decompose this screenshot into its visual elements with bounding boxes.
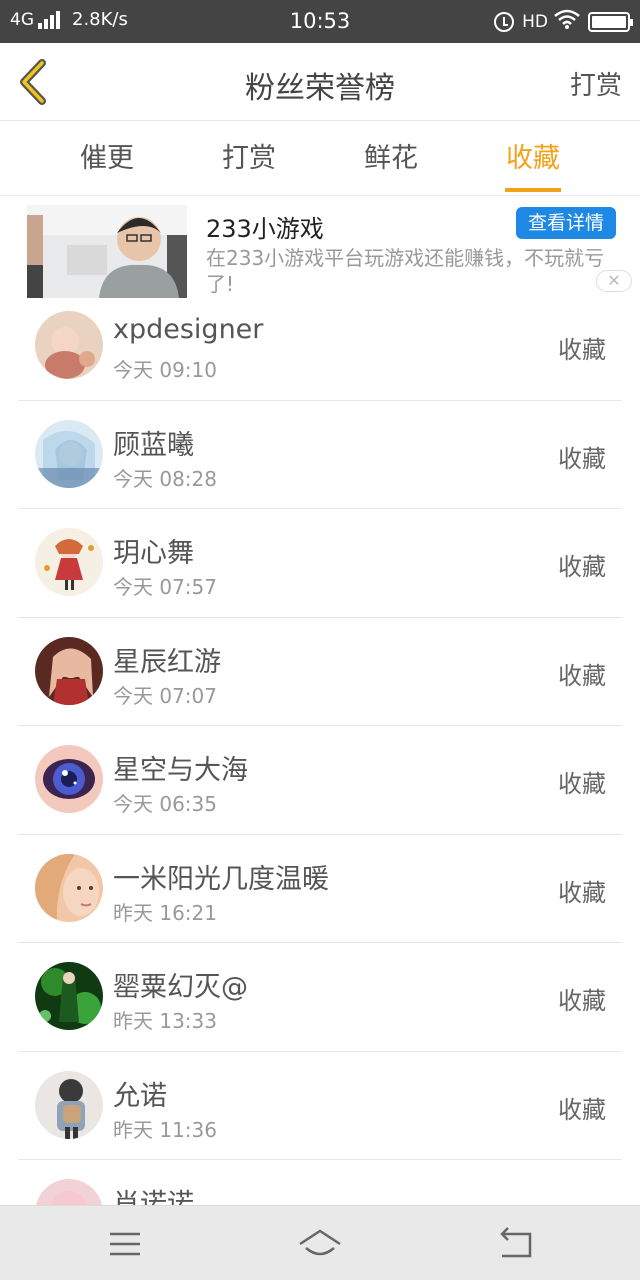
tab-urge[interactable]: 催更 bbox=[47, 122, 167, 196]
hd-indicator: HD bbox=[522, 11, 548, 32]
user-name: 顾蓝曦 bbox=[113, 429, 194, 461]
list-item[interactable]: 罂粟幻灭@ 昨天 13:33 收藏 bbox=[18, 943, 622, 1052]
tab-label: 打赏 bbox=[222, 143, 276, 174]
status-right: HD bbox=[494, 9, 633, 34]
ad-image bbox=[27, 205, 187, 298]
action-label: 收藏 bbox=[558, 1095, 606, 1124]
ad-details-button[interactable]: 查看详情 bbox=[516, 207, 616, 239]
action-label: 收藏 bbox=[558, 553, 606, 581]
home-icon bbox=[299, 1229, 341, 1256]
tab-label: 鲜花 bbox=[364, 143, 418, 174]
avatar bbox=[35, 745, 103, 813]
tab-label: 收藏 bbox=[506, 143, 560, 174]
menu-button[interactable] bbox=[100, 1224, 150, 1264]
tab-bar: 催更 打赏 鲜花 收藏 bbox=[0, 122, 640, 196]
timestamp: 今天 07:57 bbox=[113, 575, 217, 599]
list-item[interactable]: 星空与大海 今天 06:35 收藏 bbox=[18, 726, 622, 835]
menu-icon bbox=[110, 1232, 140, 1256]
avatar bbox=[35, 528, 103, 596]
avatar bbox=[35, 636, 103, 705]
tab-favorites[interactable]: 收藏 bbox=[473, 122, 593, 196]
timestamp: 今天 09:10 bbox=[113, 358, 217, 382]
timestamp: 昨天 11:36 bbox=[113, 1117, 217, 1142]
ad-close-icon[interactable]: ✕ bbox=[596, 270, 632, 292]
list-item[interactable]: 一米阳光几度温暖 昨天 16:21 收藏 bbox=[18, 835, 622, 943]
timestamp: 今天 07:07 bbox=[113, 683, 217, 708]
timestamp: 今天 08:28 bbox=[113, 466, 217, 491]
page-title: 粉丝荣誉榜 bbox=[245, 71, 395, 106]
alarm-icon bbox=[494, 11, 515, 32]
ad-description: 在233小游戏平台玩游戏还能赚钱，不玩就亏了! bbox=[206, 246, 605, 296]
user-name: xpdesigner bbox=[113, 314, 264, 345]
user-name: 允诺 bbox=[113, 1080, 167, 1112]
avatar bbox=[35, 419, 103, 488]
status-bar: 4G 2.8K/s 10:53 HD bbox=[0, 0, 640, 43]
ad-banner[interactable]: 233小游戏 在233小游戏平台玩游戏还能赚钱，不玩就亏了! 查看详情 ✕ bbox=[0, 197, 640, 305]
action-label: 收藏 bbox=[558, 770, 606, 798]
user-name: 一米阳光几度温暖 bbox=[113, 863, 329, 895]
back-icon bbox=[500, 1227, 532, 1258]
user-name: 玥心舞 bbox=[113, 538, 194, 569]
chevron-left-icon bbox=[20, 59, 46, 105]
tab-label: 催更 bbox=[80, 143, 134, 174]
home-button[interactable] bbox=[295, 1224, 345, 1264]
timestamp: 昨天 16:21 bbox=[113, 900, 217, 925]
avatar bbox=[35, 311, 103, 379]
timestamp: 今天 06:35 bbox=[113, 792, 217, 816]
back-button[interactable] bbox=[14, 57, 54, 107]
system-nav-bar bbox=[0, 1205, 640, 1280]
action-label: 收藏 bbox=[558, 987, 606, 1015]
active-tab-indicator bbox=[505, 188, 561, 192]
action-label: 收藏 bbox=[558, 878, 606, 907]
avatar bbox=[35, 853, 103, 922]
list-item[interactable]: xpdesigner 今天 09:10 收藏 bbox=[18, 292, 622, 401]
tab-flowers[interactable]: 鲜花 bbox=[331, 122, 451, 196]
favorites-list: xpdesigner 今天 09:10 收藏 顾蓝曦 今天 08:28 收藏 玥… bbox=[0, 292, 640, 1269]
header: 粉丝荣誉榜 打赏 bbox=[0, 43, 640, 121]
list-item[interactable]: 允诺 昨天 11:36 收藏 bbox=[18, 1052, 622, 1160]
user-name: 罂粟幻灭@ bbox=[113, 972, 248, 1003]
wifi-icon bbox=[554, 9, 580, 34]
avatar bbox=[35, 1070, 103, 1139]
tab-reward[interactable]: 打赏 bbox=[189, 122, 309, 196]
action-label: 收藏 bbox=[558, 336, 606, 364]
ad-title: 233小游戏 bbox=[206, 215, 324, 243]
battery-icon bbox=[588, 11, 633, 32]
user-name: 星空与大海 bbox=[113, 755, 248, 786]
list-item[interactable]: 顾蓝曦 今天 08:28 收藏 bbox=[18, 401, 622, 509]
user-name: 星辰红游 bbox=[113, 646, 221, 678]
action-label: 收藏 bbox=[558, 661, 606, 690]
list-item[interactable]: 玥心舞 今天 07:57 收藏 bbox=[18, 509, 622, 618]
action-label: 收藏 bbox=[558, 444, 606, 473]
reward-link[interactable]: 打赏 bbox=[570, 65, 622, 102]
avatar bbox=[35, 962, 103, 1030]
list-item[interactable]: 星辰红游 今天 07:07 收藏 bbox=[18, 618, 622, 726]
back-nav-button[interactable] bbox=[490, 1224, 540, 1264]
timestamp: 昨天 13:33 bbox=[113, 1009, 217, 1033]
